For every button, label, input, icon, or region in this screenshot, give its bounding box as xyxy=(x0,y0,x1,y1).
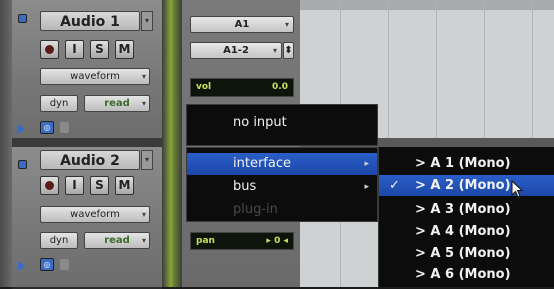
lock-icon xyxy=(60,122,69,133)
track-select-indicator[interactable] xyxy=(18,14,27,23)
submenu-arrow-icon: ▸ xyxy=(364,182,369,192)
pan-label: pan xyxy=(196,236,215,246)
track-view-label: waveform xyxy=(70,71,120,82)
record-icon xyxy=(45,181,54,190)
menu-item-interface[interactable]: interface ▸ xyxy=(187,153,377,175)
chevron-down-icon: ▾ xyxy=(141,72,146,81)
input-monitor-button[interactable]: I xyxy=(65,176,84,195)
track-color-button[interactable]: ◎ xyxy=(40,258,54,271)
chevron-down-icon: ▾ xyxy=(141,236,146,245)
chevron-down-icon: ▾ xyxy=(272,46,277,55)
pan-display[interactable]: pan ▸ 0 ◂ xyxy=(190,232,294,250)
input-monitor-button[interactable]: I xyxy=(65,40,84,59)
menu-item-bus[interactable]: bus ▸ xyxy=(187,176,377,198)
input-menu: interface ▸ bus ▸ plug-in xyxy=(186,147,378,222)
menu-item-label: bus xyxy=(233,179,257,194)
lock-icon xyxy=(60,259,69,270)
automation-mode-label: read xyxy=(104,235,130,246)
dynamics-button[interactable]: dyn xyxy=(40,95,78,112)
track-name[interactable]: Audio 2 xyxy=(40,150,140,170)
interface-submenu: > A 1 (Mono) ✓ > A 2 (Mono) > A 3 (Mono)… xyxy=(378,147,554,287)
mute-button[interactable]: M xyxy=(115,176,134,195)
menu-item-plug-in: plug-in xyxy=(233,202,278,217)
volume-value: 0.0 xyxy=(272,82,288,92)
volume-display[interactable]: vol 0.0 xyxy=(190,78,294,97)
input-menu-top: no input xyxy=(186,104,378,146)
submenu-item-a5[interactable]: > A 5 (Mono) xyxy=(379,243,554,264)
submenu-item-a6[interactable]: > A 6 (Mono) xyxy=(379,264,554,285)
output-selector-label: A1-2 xyxy=(223,45,249,56)
submenu-item-a4[interactable]: > A 4 (Mono) xyxy=(379,221,554,242)
track-name-menu-arrow[interactable]: ▾ xyxy=(141,150,153,170)
expand-track-triangle-icon[interactable] xyxy=(18,261,25,271)
submenu-item-a1[interactable]: > A 1 (Mono) xyxy=(379,153,554,174)
track-divider xyxy=(12,138,162,147)
automation-mode-selector[interactable]: read ▾ xyxy=(84,232,150,249)
chevron-down-icon: ▾ xyxy=(141,99,146,108)
submenu-item-a2[interactable]: ✓ > A 2 (Mono) xyxy=(379,175,554,196)
solo-button[interactable]: S xyxy=(90,176,109,195)
chevron-down-icon: ▾ xyxy=(141,210,146,219)
menu-item-no-input[interactable]: no input xyxy=(187,112,377,134)
record-enable-button[interactable] xyxy=(40,40,59,59)
record-icon xyxy=(45,45,54,54)
track-view-label: waveform xyxy=(70,209,120,220)
record-enable-button[interactable] xyxy=(40,176,59,195)
track-color-button[interactable]: ◎ xyxy=(40,121,54,134)
track-name-menu-arrow[interactable]: ▾ xyxy=(141,11,153,31)
output-selector[interactable]: A1-2 ▾ xyxy=(190,42,282,59)
track-select-indicator[interactable] xyxy=(18,160,27,169)
submenu-arrow-icon: ▸ xyxy=(364,159,369,169)
output-link-icon[interactable]: ⬍ xyxy=(283,42,294,59)
track-name[interactable]: Audio 1 xyxy=(40,11,140,31)
mute-button[interactable]: M xyxy=(115,40,134,59)
solo-button[interactable]: S xyxy=(90,40,109,59)
checkmark-icon: ✓ xyxy=(389,178,400,193)
track-view-selector[interactable]: waveform ▾ xyxy=(40,206,150,223)
volume-label: vol xyxy=(196,82,212,92)
input-selector-label: A1 xyxy=(234,19,250,30)
chevron-down-icon: ▾ xyxy=(284,20,289,29)
input-selector[interactable]: A1 ▾ xyxy=(190,16,294,33)
submenu-item-a3[interactable]: > A 3 (Mono) xyxy=(379,199,554,220)
track-view-selector[interactable]: waveform ▾ xyxy=(40,68,150,85)
pan-value: ▸ 0 ◂ xyxy=(266,236,288,246)
dynamics-button[interactable]: dyn xyxy=(40,232,78,249)
submenu-item-label: > A 2 (Mono) xyxy=(415,178,511,193)
timeline-ruler xyxy=(300,0,554,10)
automation-mode-selector[interactable]: read ▾ xyxy=(84,95,150,112)
level-meter-column xyxy=(162,0,182,287)
edit-window-left-edge xyxy=(0,0,12,287)
automation-mode-label: read xyxy=(104,98,130,109)
menu-item-label: interface xyxy=(233,156,291,171)
expand-track-triangle-icon[interactable] xyxy=(18,124,25,134)
